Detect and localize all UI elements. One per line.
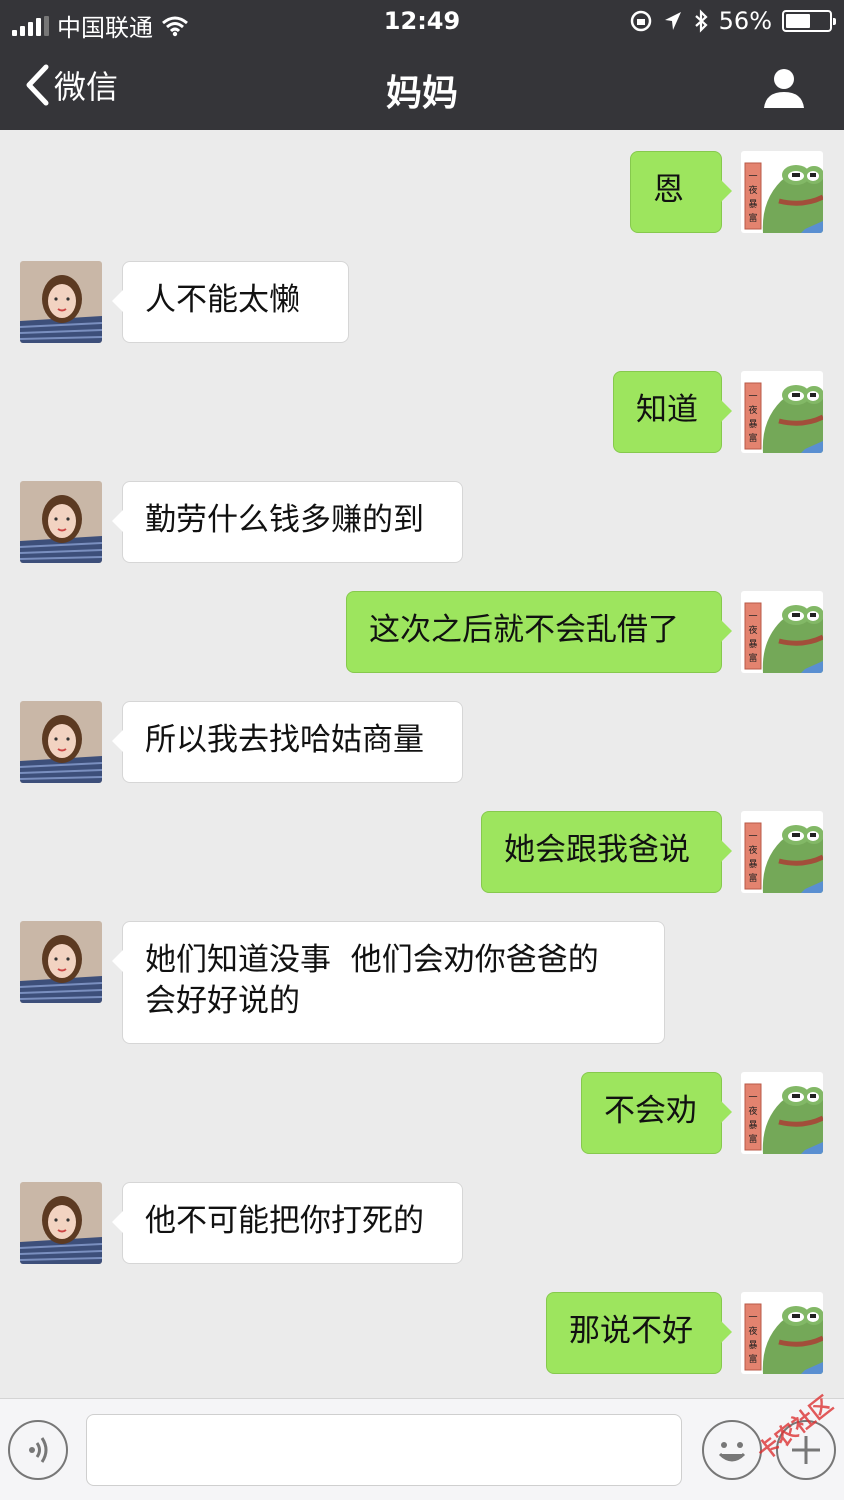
svg-text:一: 一 [748, 1313, 757, 1323]
message-bubble-outgoing[interactable]: 那说不好 [546, 1292, 732, 1374]
message-bubble-incoming[interactable]: 勤劳什么钱多赚的到 [112, 481, 463, 563]
emoji-button[interactable] [702, 1420, 762, 1480]
message-bubble-outgoing[interactable]: 知道 [613, 371, 732, 453]
message-row: 勤劳什么钱多赚的到 [0, 481, 844, 563]
message-text: 不会劝 [604, 1093, 697, 1129]
battery-percent: 56% [718, 7, 772, 35]
message-text: 她们知道没事 他们会劝你爸爸的 会好好说的 [145, 942, 599, 1019]
message-bubble-outgoing[interactable]: 她会跟我爸说 [481, 811, 732, 893]
svg-text:夜: 夜 [748, 184, 757, 196]
message-row: 恩 一 夜 暴 富 [0, 151, 844, 233]
svg-text:夜: 夜 [748, 404, 757, 416]
message-bubble-outgoing[interactable]: 恩 [630, 151, 732, 233]
contact-avatar[interactable] [20, 1182, 102, 1264]
chat-area[interactable]: 恩 一 夜 暴 富 人不能太懒 知道 一 夜 暴 富 勤劳什么钱多赚的到 这次之… [0, 130, 844, 1398]
message-bubble-outgoing[interactable]: 这次之后就不会乱借了 [346, 591, 732, 673]
message-row: 这次之后就不会乱借了 一 夜 暴 富 [0, 591, 844, 673]
svg-text:夜: 夜 [748, 1105, 757, 1117]
message-row: 她会跟我爸说 一 夜 暴 富 [0, 811, 844, 893]
svg-text:富: 富 [748, 652, 757, 664]
input-toolbar: 卡农社区 [0, 1392, 844, 1500]
message-text: 勤劳什么钱多赚的到 [145, 502, 424, 538]
svg-text:暴: 暴 [748, 1340, 757, 1351]
message-row: 所以我去找哈姑商量 [0, 701, 844, 783]
svg-text:富: 富 [748, 872, 757, 884]
location-icon [664, 12, 681, 30]
svg-text:一: 一 [748, 172, 757, 182]
svg-text:一: 一 [748, 1093, 757, 1103]
message-text: 恩 [653, 172, 684, 208]
svg-text:一: 一 [748, 392, 757, 402]
svg-text:富: 富 [748, 212, 757, 224]
voice-button[interactable] [8, 1420, 68, 1480]
chat-title: 妈妈 [385, 73, 458, 114]
message-text: 她会跟我爸说 [504, 832, 690, 868]
svg-text:暴: 暴 [748, 199, 757, 210]
message-row: 她们知道没事 他们会劝你爸爸的 会好好说的 [0, 921, 844, 1044]
emoji-icon [718, 1442, 746, 1462]
contact-avatar[interactable] [20, 261, 102, 343]
svg-text:暴: 暴 [748, 859, 757, 870]
svg-text:富: 富 [748, 432, 757, 444]
contact-avatar[interactable] [20, 921, 102, 1003]
my-sticker-avatar[interactable]: 一 夜 暴 富 [741, 371, 823, 453]
message-input[interactable] [86, 1414, 682, 1486]
my-sticker-avatar[interactable]: 一 夜 暴 富 [741, 1292, 823, 1374]
svg-text:暴: 暴 [748, 419, 757, 430]
message-row: 不会劝 一 夜 暴 富 [0, 1072, 844, 1154]
message-text: 所以我去找哈姑商量 [145, 722, 424, 758]
svg-text:暴: 暴 [748, 1120, 757, 1131]
status-bar: 中国联通 12:49 56% [0, 0, 844, 44]
navigation-bar: 微信 妈妈 [0, 44, 844, 130]
voice-icon [29, 1437, 48, 1463]
my-sticker-avatar[interactable]: 一 夜 暴 富 [741, 1072, 823, 1154]
message-text: 知道 [636, 392, 698, 428]
my-sticker-avatar[interactable]: 一 夜 暴 富 [741, 591, 823, 673]
message-row: 那说不好 一 夜 暴 富 [0, 1292, 844, 1374]
bluetooth-icon [694, 9, 708, 33]
message-row: 知道 一 夜 暴 富 [0, 371, 844, 453]
message-bubble-incoming[interactable]: 他不可能把你打死的 [112, 1182, 463, 1264]
message-bubble-outgoing[interactable]: 不会劝 [581, 1072, 732, 1154]
rotation-lock-icon [630, 10, 651, 32]
message-text: 那说不好 [569, 1313, 693, 1349]
contact-avatar[interactable] [20, 481, 102, 563]
svg-text:富: 富 [748, 1133, 757, 1145]
profile-icon[interactable] [762, 66, 806, 110]
my-sticker-avatar[interactable]: 一 夜 暴 富 [741, 151, 823, 233]
message-row: 他不可能把你打死的 [0, 1182, 844, 1264]
message-bubble-incoming[interactable]: 所以我去找哈姑商量 [112, 701, 463, 783]
battery-icon [782, 10, 836, 32]
svg-text:一: 一 [748, 612, 757, 622]
message-bubble-incoming[interactable]: 人不能太懒 [112, 261, 349, 343]
message-bubble-incoming[interactable]: 她们知道没事 他们会劝你爸爸的 会好好说的 [112, 921, 665, 1044]
contact-avatar[interactable] [20, 701, 102, 783]
top-bar: 中国联通 12:49 56% 微信 妈妈 [0, 0, 844, 130]
svg-text:暴: 暴 [748, 639, 757, 650]
message-text: 他不可能把你打死的 [145, 1203, 424, 1239]
my-sticker-avatar[interactable]: 一 夜 暴 富 [741, 811, 823, 893]
svg-text:一: 一 [748, 832, 757, 842]
message-text: 这次之后就不会乱借了 [369, 612, 679, 648]
svg-text:夜: 夜 [748, 844, 757, 856]
message-row: 人不能太懒 [0, 261, 844, 343]
message-text: 人不能太懒 [145, 282, 300, 318]
svg-text:富: 富 [748, 1353, 757, 1365]
svg-text:夜: 夜 [748, 624, 757, 636]
svg-text:夜: 夜 [748, 1325, 757, 1337]
